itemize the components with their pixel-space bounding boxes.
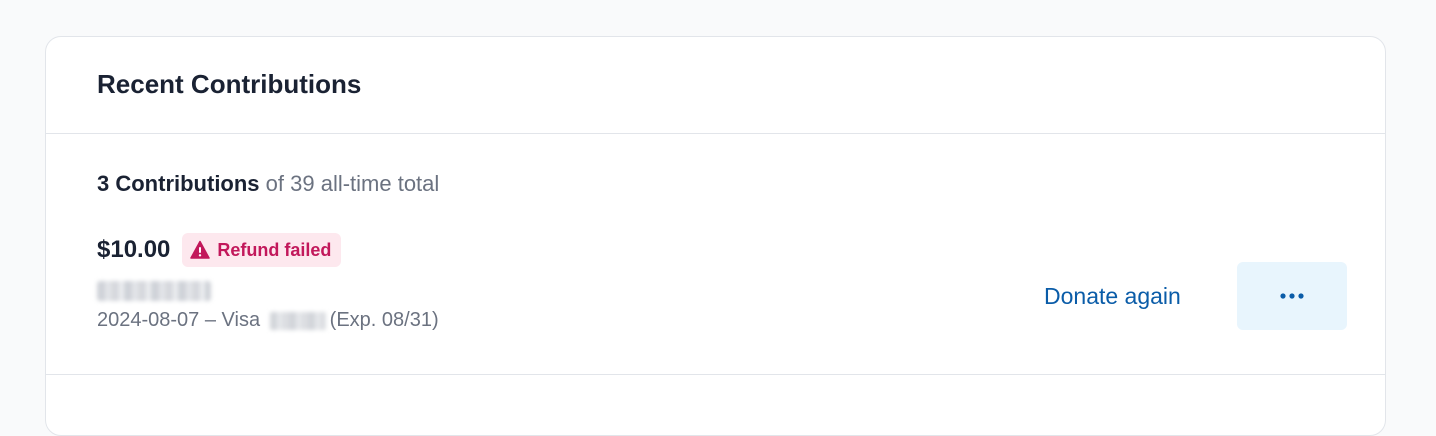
recent-contributions-card: Recent Contributions 3 Contributions of …	[45, 36, 1386, 436]
redacted-card-number	[269, 311, 326, 330]
badge-label: Refund failed	[217, 239, 332, 260]
contribution-row: $10.00 Refund failed 2024-08-07 – Visa (…	[46, 227, 1385, 375]
redacted-donor-name	[97, 281, 211, 301]
date-payment-method: 2024-08-07 – Visa	[97, 309, 266, 331]
payment-meta: 2024-08-07 – Visa (Exp. 08/31)	[97, 309, 439, 332]
card-title: Recent Contributions	[97, 68, 362, 99]
donate-again-link[interactable]: Donate again	[1044, 283, 1181, 310]
refund-failed-badge: Refund failed	[182, 233, 342, 267]
amount-line: $10.00 Refund failed	[97, 233, 342, 267]
warning-triangle-icon	[190, 240, 211, 259]
card-header: Recent Contributions	[46, 37, 1385, 134]
ellipsis-icon	[1280, 293, 1304, 299]
contributions-count: 3 Contributions	[97, 171, 260, 196]
contributions-total: of 39 all-time total	[259, 171, 440, 196]
more-options-button[interactable]	[1237, 262, 1347, 330]
card-expiry: (Exp. 08/31)	[329, 309, 439, 331]
contribution-amount: $10.00	[97, 236, 171, 263]
contributions-summary: 3 Contributions of 39 all-time total	[97, 171, 439, 197]
